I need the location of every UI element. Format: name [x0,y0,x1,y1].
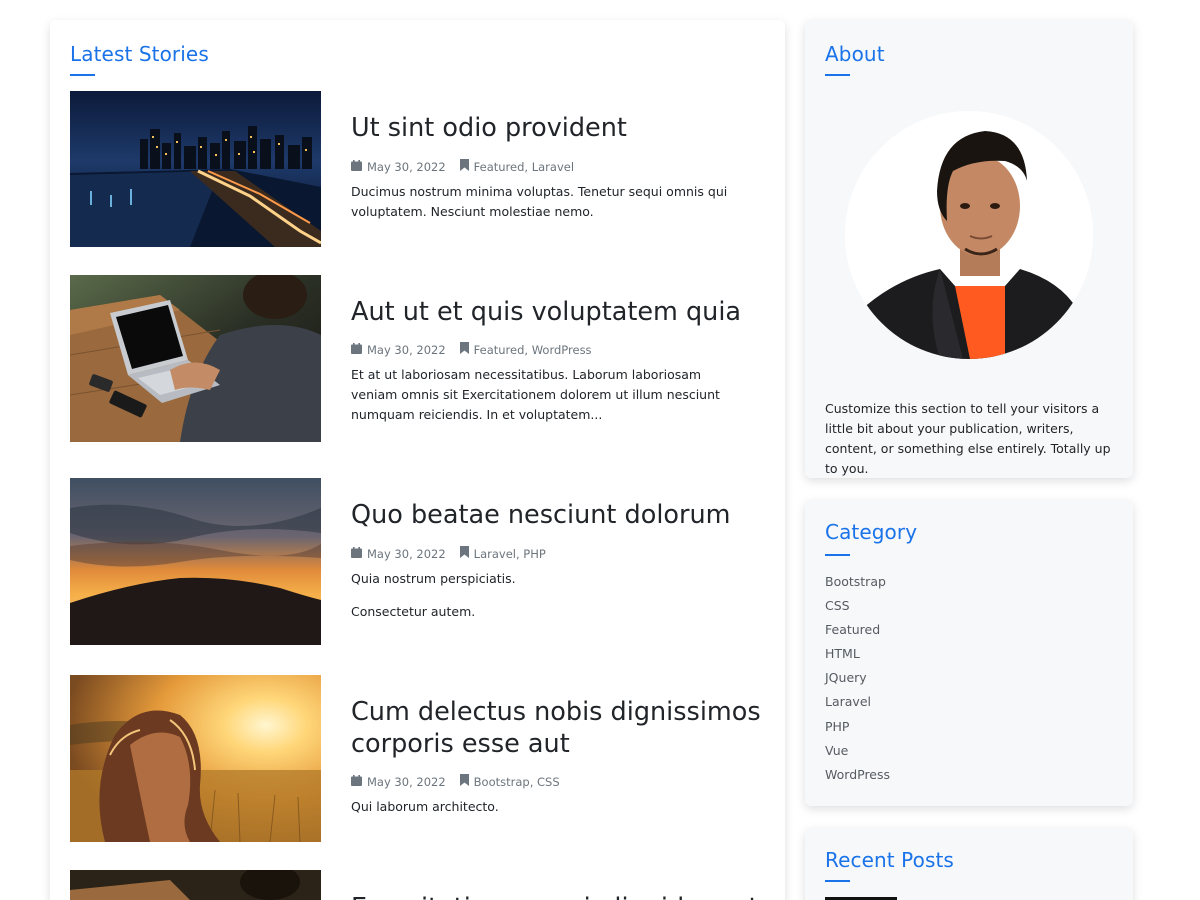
author-avatar [845,111,1093,359]
post-excerpt: Qui laborum architecto. [351,799,499,814]
post-tags[interactable]: Laravel, PHP [474,547,546,561]
about-title: About [825,42,885,66]
latest-stories-title: Latest Stories [70,42,209,66]
category-item-vue[interactable]: Vue [825,741,890,765]
post-excerpt: Ducimus nostrum minima voluptas. Tenetur… [351,184,728,219]
latest-stories-card: Latest Stories Ut sint odio provident Ma… [50,20,785,900]
post-tags[interactable]: Featured, Laravel [474,160,574,174]
post-tags[interactable]: Bootstrap, CSS [474,775,560,789]
calendar-icon [351,546,362,561]
bookmark-icon [459,546,469,561]
category-title: Category [825,520,918,544]
post-thumbnail-girl-field[interactable] [70,675,321,842]
recent-posts-title: Recent Posts [825,848,954,872]
post-thumbnail-city[interactable] [70,91,321,247]
recent-posts-underline [825,880,850,882]
post-excerpt-second: Consectetur autem. [351,604,476,619]
category-item-jquery[interactable]: JQuery [825,668,890,692]
latest-stories-underline [70,74,95,76]
bookmark-icon [459,774,469,789]
about-underline [825,74,850,76]
post-date: May 30, 2022 [367,159,446,174]
post-excerpt: Et at ut laboriosam necessitatibus. Labo… [351,367,720,422]
post-meta: May 30, 2022 Featured, Laravel [351,159,574,174]
calendar-icon [351,774,362,789]
category-item-wordpress[interactable]: WordPress [825,765,890,789]
post-title[interactable]: Quo beatae nesciunt dolorum [351,499,761,531]
about-text: Customize this section to tell your visi… [825,401,1111,476]
post-title[interactable]: Ut sint odio provident [351,112,761,144]
post-date: May 30, 2022 [367,546,446,561]
calendar-icon [351,159,362,174]
category-underline [825,554,850,556]
post-thumbnail-sunset-hill[interactable] [70,478,321,645]
category-item-php[interactable]: PHP [825,717,890,741]
category-list: Bootstrap CSS Featured HTML JQuery Larav… [825,572,890,789]
category-card: Category Bootstrap CSS Featured HTML JQu… [805,500,1133,806]
post-date: May 30, 2022 [367,342,446,357]
category-item-laravel[interactable]: Laravel [825,692,890,716]
post-title[interactable]: Aut ut et quis voluptatem quia [351,296,761,328]
post-meta: May 30, 2022 Laravel, PHP [351,546,546,561]
about-card: About Customize this section to tell you… [805,20,1133,478]
post-title[interactable]: Cum delectus nobis dignissimos corporis … [351,696,761,760]
recent-posts-card: Recent Posts [805,828,1133,900]
category-item-featured[interactable]: Featured [825,620,890,644]
post-meta: May 30, 2022 Featured, WordPress [351,342,592,357]
post-thumbnail-partial[interactable] [70,870,321,900]
post-tags[interactable]: Featured, WordPress [474,343,592,357]
bookmark-icon [459,342,469,357]
post-title[interactable]: Exercitationem quia liquidem et [351,892,761,900]
post-date: May 30, 2022 [367,774,446,789]
category-item-css[interactable]: CSS [825,596,890,620]
category-item-bootstrap[interactable]: Bootstrap [825,572,890,596]
post-excerpt: Quia nostrum perspiciatis. [351,571,516,586]
bookmark-icon [459,159,469,174]
calendar-icon [351,342,362,357]
category-item-html[interactable]: HTML [825,644,890,668]
post-thumbnail-laptop[interactable] [70,275,321,442]
post-meta: May 30, 2022 Bootstrap, CSS [351,774,560,789]
